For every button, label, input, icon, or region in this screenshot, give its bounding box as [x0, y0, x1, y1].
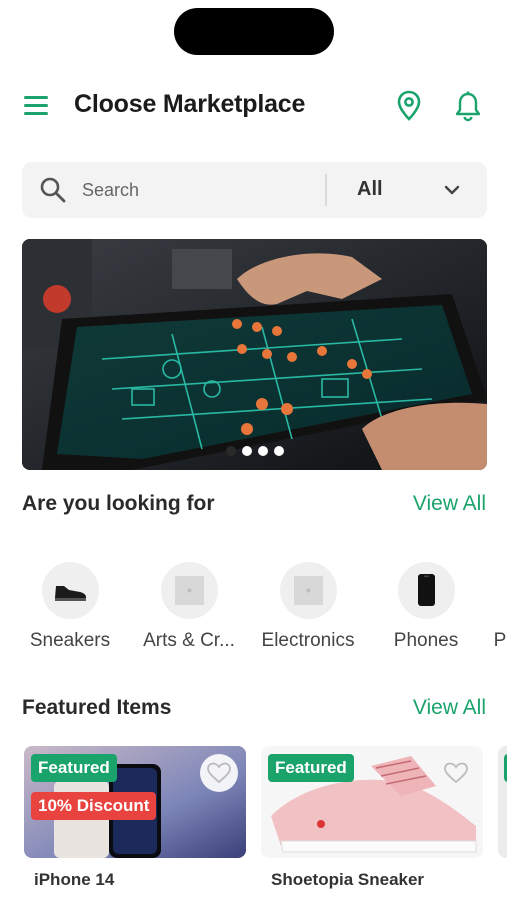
product-name: Shoetopia Sneaker: [271, 870, 425, 889]
carousel-indicator: [22, 446, 487, 456]
product-image: Featured 10% Discount: [24, 746, 246, 858]
search-bar: All: [22, 162, 487, 218]
favorite-heart-icon[interactable]: [200, 754, 238, 792]
category-item-electronics[interactable]: Electronics: [253, 560, 363, 660]
featured-badge: Featured: [31, 754, 117, 782]
image-placeholder-icon: [294, 576, 323, 605]
promo-banner[interactable]: [22, 239, 487, 470]
search-icon: [39, 176, 67, 204]
category-dropdown-value: All: [357, 178, 383, 200]
featured-item-card[interactable]: Featured Shoetopia Sneaker: [261, 746, 483, 900]
category-dropdown[interactable]: All: [342, 168, 477, 212]
categories-view-all-link[interactable]: View All: [413, 492, 486, 516]
carousel-dot[interactable]: [273, 446, 284, 456]
featured-section-title: Featured Items: [22, 696, 172, 719]
product-image: Featured: [261, 746, 483, 858]
featured-item-card-partial[interactable]: [498, 746, 507, 900]
chevron-down-icon: [442, 180, 462, 200]
category-item-arts[interactable]: Arts & Cr...: [134, 560, 244, 660]
product-name: iPhone 14: [34, 870, 115, 889]
category-icon-container: [280, 562, 337, 619]
category-icon-container: [161, 562, 218, 619]
device-notch: [174, 8, 334, 55]
app-title: Cloose Marketplace: [74, 90, 306, 118]
banner-image: [22, 239, 487, 470]
image-placeholder-icon: [175, 576, 204, 605]
discount-badge: 10% Discount: [31, 792, 157, 820]
featured-badge: Featured: [268, 754, 354, 782]
search-input[interactable]: [82, 176, 322, 204]
favorite-heart-icon[interactable]: [437, 754, 475, 792]
carousel-dot[interactable]: [257, 446, 268, 456]
product-image: [498, 746, 507, 858]
category-label: P: [493, 630, 507, 651]
category-label: Sneakers: [29, 630, 111, 651]
categories-section-title: Are you looking for: [22, 492, 215, 515]
location-pin-icon[interactable]: [396, 90, 422, 122]
category-item-partial[interactable]: P: [445, 560, 507, 660]
category-list: Sneakers Arts & Cr... Electronics Phones: [0, 560, 507, 660]
carousel-dot[interactable]: [241, 446, 252, 456]
carousel-dot[interactable]: [225, 446, 236, 456]
category-label: Electronics: [261, 630, 355, 651]
notification-bell-icon[interactable]: [454, 90, 482, 122]
sneaker-icon: [55, 586, 86, 601]
top-app-bar: Cloose Marketplace: [0, 82, 507, 130]
category-icon-container: [42, 562, 99, 619]
featured-view-all-link[interactable]: View All: [413, 696, 486, 720]
search-divider: [325, 174, 327, 206]
featured-item-list: Featured 10% Discount iPhone 14 Featured…: [0, 746, 507, 900]
menu-icon[interactable]: [24, 94, 50, 118]
category-label: Arts & Cr...: [143, 630, 235, 651]
featured-item-card[interactable]: Featured 10% Discount iPhone 14: [24, 746, 246, 900]
category-item-sneakers[interactable]: Sneakers: [15, 560, 125, 660]
